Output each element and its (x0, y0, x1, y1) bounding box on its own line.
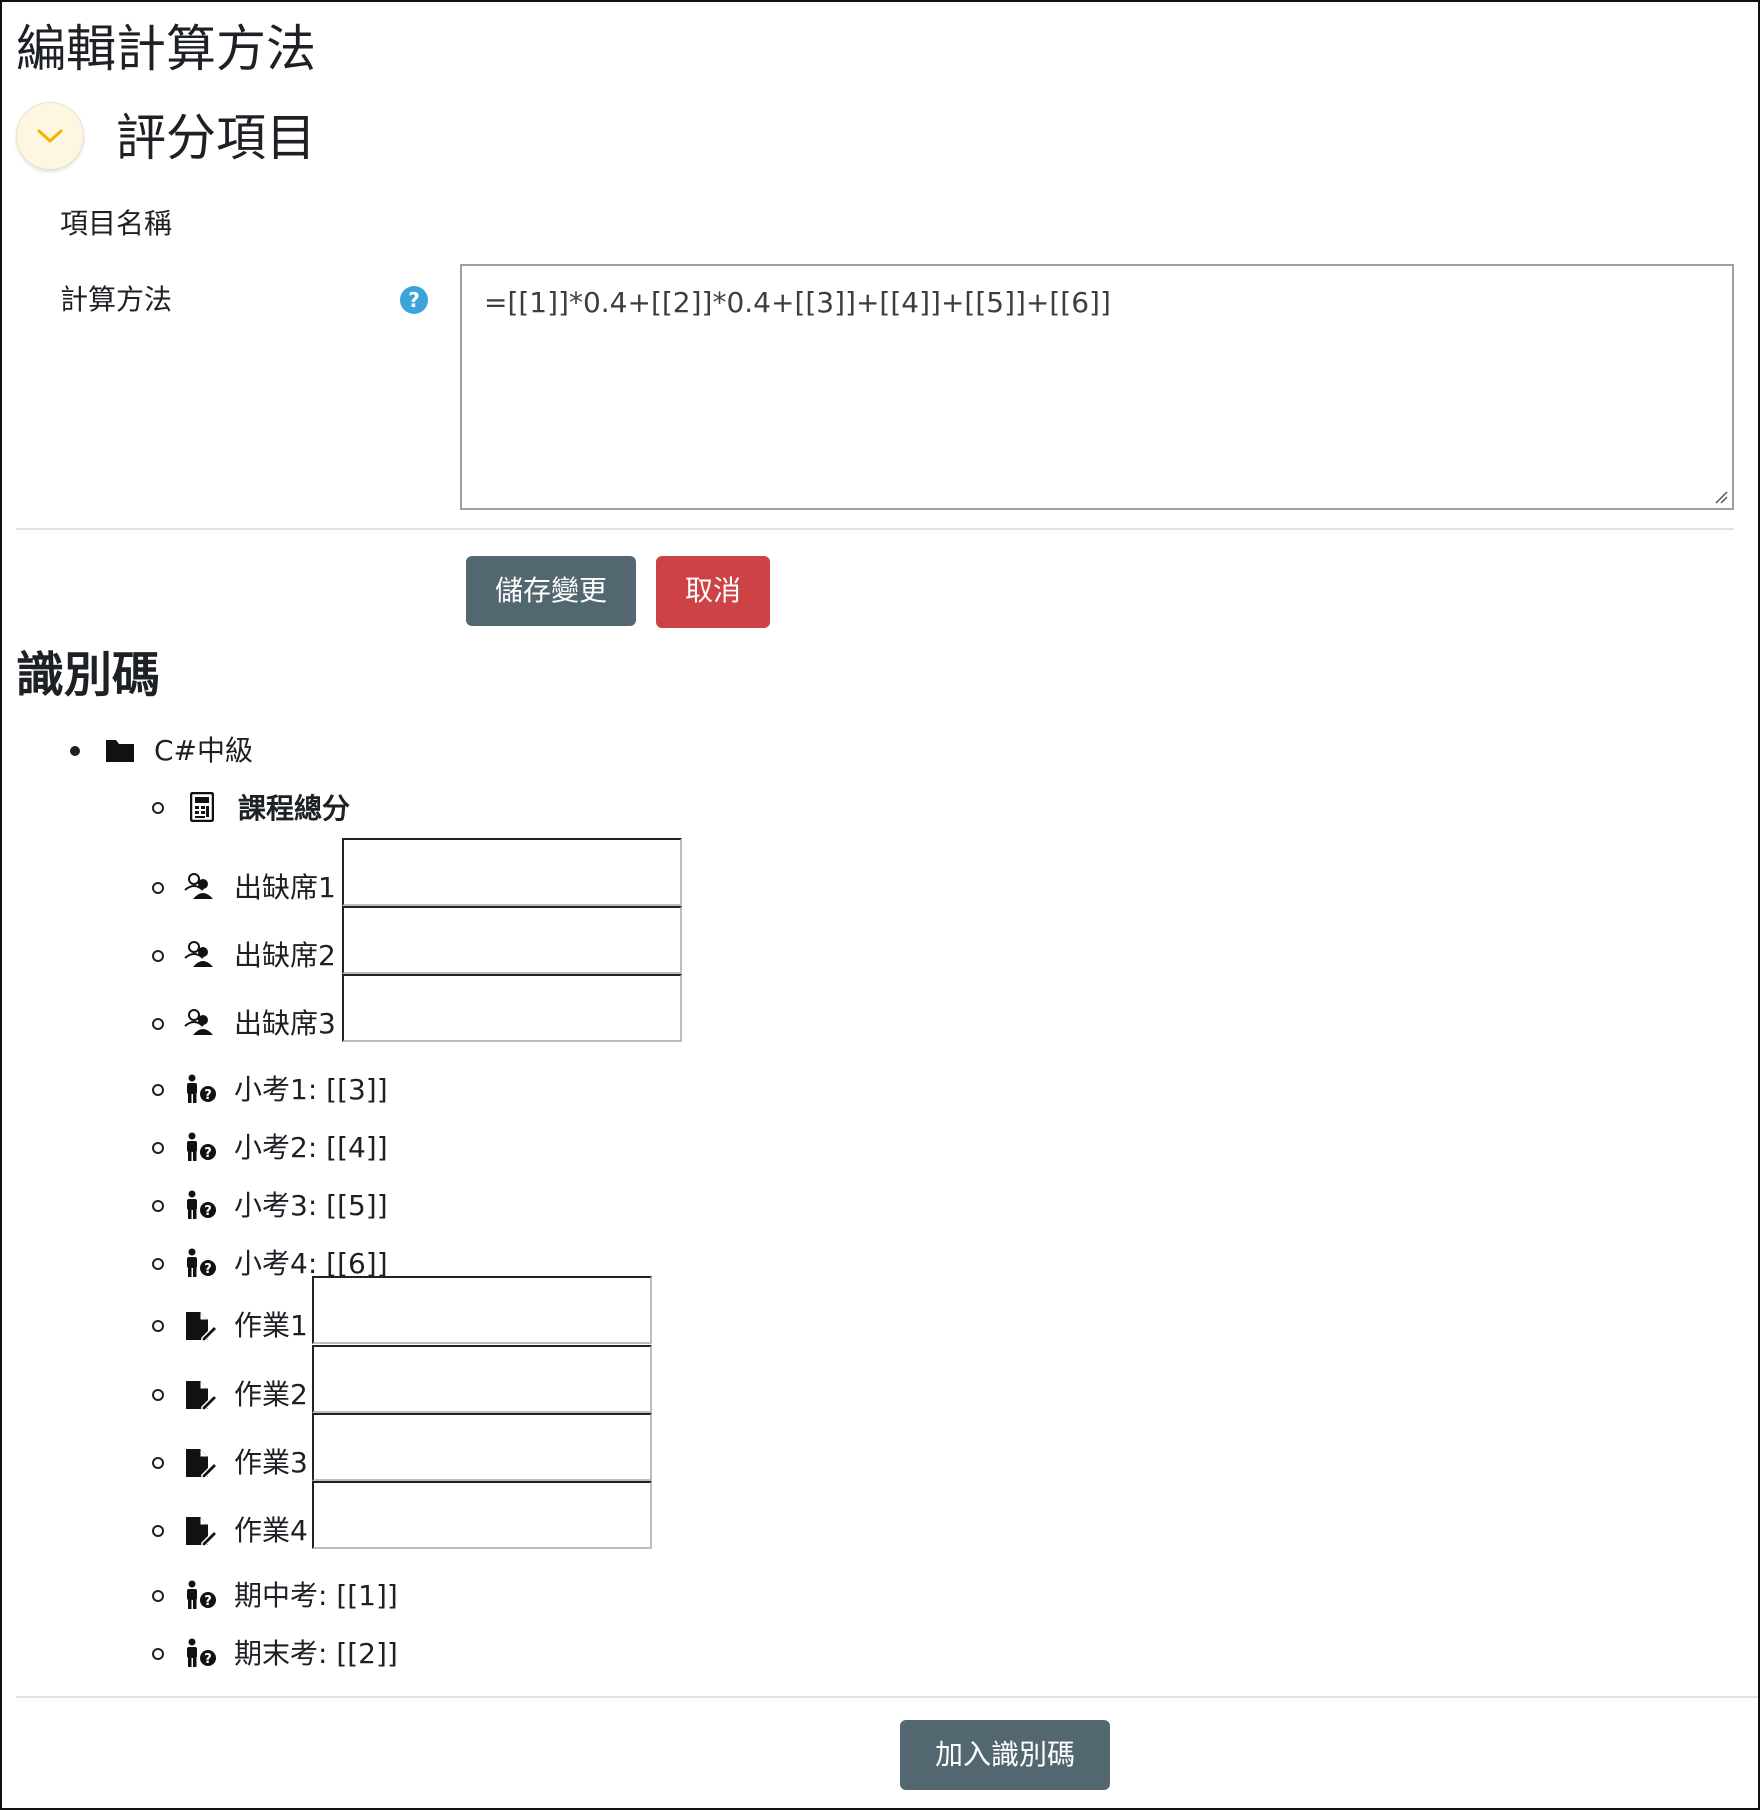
help-icon[interactable]: ? (400, 286, 428, 314)
id-item-label: 作業1 (234, 1309, 308, 1342)
list-bullet (152, 802, 164, 814)
id-code-input[interactable] (312, 1276, 652, 1344)
assignment-icon (184, 1310, 219, 1346)
svg-text:?: ? (204, 1652, 212, 1667)
collapse-toggle-button[interactable] (16, 102, 84, 170)
id-code-input[interactable] (312, 1481, 652, 1549)
list-bullet (152, 1018, 164, 1030)
calc-method-label: 計算方法 (60, 283, 173, 316)
course-total-label: 課程總分 (238, 792, 351, 825)
list-bullet (152, 882, 164, 894)
id-code-input[interactable] (312, 1413, 652, 1481)
folder-icon (106, 740, 134, 762)
attendance-icon (184, 940, 214, 972)
list-bullet (152, 1457, 164, 1469)
quiz-icon: ? (184, 1580, 218, 1614)
chevron-down-icon (37, 129, 63, 143)
id-item-label: 作業4 (234, 1514, 308, 1547)
id-item-label: 作業3 (234, 1446, 308, 1479)
item-name-label: 項目名稱 (60, 207, 173, 240)
category-label: C#中級 (154, 734, 254, 767)
resize-grip-icon[interactable] (1714, 490, 1728, 504)
id-item-label: 出缺席3 (234, 1007, 336, 1040)
list-bullet (152, 1320, 164, 1332)
divider (16, 1696, 1758, 1698)
svg-text:?: ? (204, 1088, 212, 1103)
id-code-input[interactable] (342, 906, 682, 974)
list-bullet (152, 1142, 164, 1154)
cancel-button[interactable]: 取消 (656, 556, 770, 628)
list-bullet (152, 1648, 164, 1660)
id-item-label: 出缺席1 (234, 871, 336, 904)
list-bullet (70, 746, 80, 756)
id-code-input[interactable] (342, 838, 682, 906)
section-title: 評分項目 (116, 109, 316, 167)
id-item-label: 小考1: [[3]] (234, 1073, 388, 1106)
attendance-icon (184, 872, 214, 904)
id-item-label: 小考3: [[5]] (234, 1189, 388, 1222)
quiz-icon: ? (184, 1132, 218, 1166)
list-bullet (152, 1258, 164, 1270)
quiz-icon: ? (184, 1074, 218, 1108)
attendance-icon (184, 1008, 214, 1040)
calc-formula-textarea[interactable] (460, 264, 1734, 510)
id-item-label: 作業2 (234, 1378, 308, 1411)
svg-text:?: ? (204, 1146, 212, 1161)
id-section-title: 識別碼 (16, 647, 161, 703)
id-item-label: 期中考: [[1]] (234, 1579, 398, 1612)
assignment-icon (184, 1515, 219, 1551)
list-bullet (152, 1525, 164, 1537)
svg-text:?: ? (204, 1594, 212, 1609)
assignment-icon (184, 1447, 219, 1483)
quiz-icon: ? (184, 1638, 218, 1672)
list-bullet (152, 1590, 164, 1602)
id-code-input[interactable] (312, 1345, 652, 1413)
quiz-icon: ? (184, 1190, 218, 1224)
svg-text:?: ? (204, 1204, 212, 1219)
id-item-label: 期末考: [[2]] (234, 1637, 398, 1670)
id-item-label: 小考2: [[4]] (234, 1131, 388, 1164)
id-code-input[interactable] (342, 974, 682, 1042)
svg-text:?: ? (204, 1262, 212, 1277)
id-item-label: 出缺席2 (234, 939, 336, 972)
calculator-icon (190, 792, 214, 822)
assignment-icon (184, 1379, 219, 1415)
quiz-icon: ? (184, 1248, 218, 1282)
list-bullet (152, 1084, 164, 1096)
list-bullet (152, 1200, 164, 1212)
list-bullet (152, 950, 164, 962)
add-id-button[interactable]: 加入識別碼 (900, 1720, 1110, 1790)
divider (16, 528, 1734, 530)
list-bullet (152, 1389, 164, 1401)
page-title: 編輯計算方法 (16, 20, 316, 78)
save-changes-button[interactable]: 儲存變更 (466, 556, 636, 626)
